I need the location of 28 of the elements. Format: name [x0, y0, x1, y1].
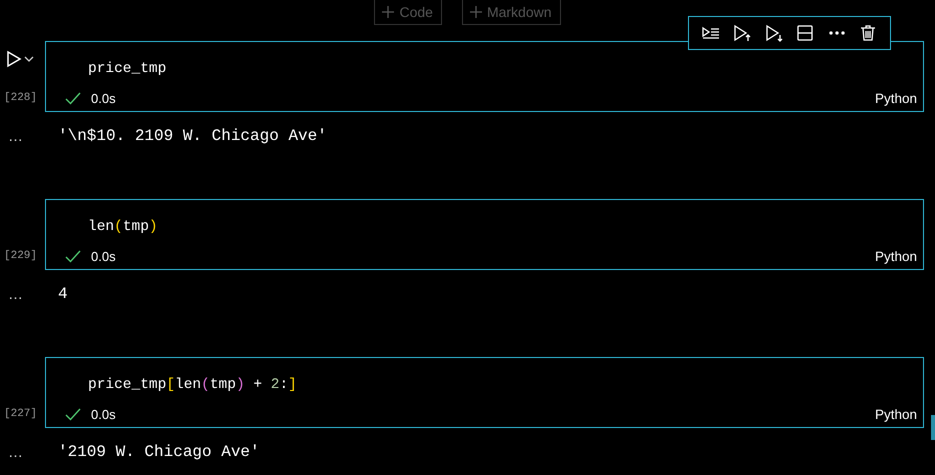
execution-time: 0.0s	[91, 407, 116, 422]
output-menu[interactable]: …	[0, 286, 58, 302]
output-menu[interactable]: …	[0, 128, 58, 144]
code-cell[interactable]: price_tmp[len(tmp) + 2:] 0.0s Python	[45, 357, 924, 428]
output-menu[interactable]: …	[0, 444, 58, 460]
language-label[interactable]: Python	[874, 407, 917, 422]
language-label[interactable]: Python	[874, 249, 917, 264]
chevron-down-icon[interactable]	[24, 55, 34, 63]
code-line: price_tmp[len(tmp) + 2:]	[88, 377, 297, 393]
code-line: len(tmp)	[88, 219, 158, 235]
plus-icon	[381, 4, 396, 18]
execution-count: [228]	[4, 92, 38, 104]
plus-icon	[468, 4, 483, 18]
execution-count: [229]	[4, 250, 38, 262]
code-cell[interactable]: len(tmp) 0.0s Python	[45, 199, 924, 270]
scrollbar-thumb[interactable]	[931, 415, 935, 440]
language-label[interactable]: Python	[874, 91, 917, 106]
cell-output: 4	[58, 285, 68, 303]
execution-count: [227]	[4, 408, 38, 420]
run-icon[interactable]	[6, 50, 22, 68]
run-below-icon[interactable]	[764, 23, 784, 43]
split-cell-icon[interactable]	[795, 23, 816, 43]
cell-output: '\n$10. 2109 W. Chicago Ave'	[58, 127, 327, 145]
code-line: price_tmp	[88, 61, 166, 77]
execution-time: 0.0s	[91, 91, 116, 106]
cell-output: '2109 W. Chicago Ave'	[58, 443, 260, 461]
execution-time: 0.0s	[91, 249, 116, 264]
run-above-icon[interactable]	[732, 23, 752, 43]
